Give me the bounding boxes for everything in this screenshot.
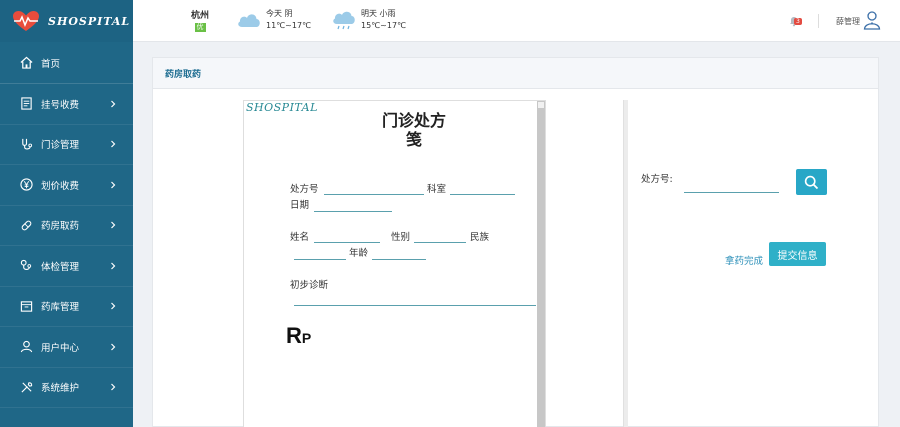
prescription-title-line1: 门诊处方 [381,111,446,130]
panel-header: 药房取药 [153,58,878,89]
sidebar-item-label: 门诊管理 [41,140,80,152]
sidebar-item-label: 挂号收费 [41,99,80,111]
top-header: 杭州 优 今天 阴 11℃~17℃ 明天 小雨 15℃~17℃ 3 薛管理 [133,0,900,42]
weather-tomorrow-temp: 15℃~17℃ [361,21,407,30]
cloud-icon [238,14,260,27]
search-icon [804,175,819,189]
warehouse-icon [20,301,33,312]
rp-r: R [286,323,302,348]
submit-button[interactable]: 提交信息 [769,242,826,266]
prescription-title-line2: 笺 [405,130,422,149]
chevron-right-icon [111,140,116,148]
date-underline [314,211,392,212]
receipt-icon [21,97,32,110]
sidebar-item-label: 体检管理 [41,261,80,273]
sidebar-item-label: 划价收费 [41,180,80,192]
weather-tomorrow: 明天 小雨 15℃~17℃ [331,8,406,32]
prescription-title: 门诊处方 笺 [364,111,464,149]
city-name: 杭州 [190,11,209,21]
heart-pulse-icon [13,11,39,31]
sidebar-item-registration[interactable]: 挂号收费 [0,84,133,125]
gender-underline [414,242,466,243]
weather-today-temp: 11℃~17℃ [266,21,312,30]
done-button[interactable]: 拿药完成 [725,253,763,267]
rp-p: P [301,330,312,346]
sidebar-item-pharmacy[interactable]: 药房取药 [0,206,133,246]
search-button[interactable] [796,169,827,195]
rx-no-input[interactable] [684,179,779,193]
city-weather: 杭州 优 [190,8,210,32]
sidebar-item-label: 系统维护 [41,383,80,395]
sidebar-item-user-center[interactable]: 用户中心 [0,327,133,368]
pharmacy-panel: 药房取药 SHOSPITAL 门诊处方 笺 处方号 科室 日期 姓名 性别 民族… [152,57,879,427]
chevron-right-icon [111,181,116,189]
rx-no-search-label: 处方号: [641,174,673,185]
diagnosis-label: 初步诊断 [290,280,329,291]
name-label: 姓名 [290,232,310,243]
avatar-icon[interactable] [863,10,881,30]
brand[interactable]: SHOSPITAL [0,0,133,42]
header-divider [818,14,819,28]
ethnicity-label: 民族 [470,232,490,243]
home-icon [20,56,33,69]
scrollbar[interactable] [537,101,545,427]
diagnosis-underline [294,305,536,306]
pane-splitter[interactable] [623,100,628,427]
scroll-up-button[interactable] [538,102,544,108]
name-underline [314,242,380,243]
department-underline [450,194,515,195]
rx-no-underline [324,194,424,195]
sidebar-item-label: 药房取药 [41,221,80,233]
sidebar-nav: 首页 挂号收费 门诊管理 划价收费 药房取药 体检管理 药库管理 用户中心 系统… [0,42,133,408]
checkup-icon [20,260,32,271]
sidebar-item-billing[interactable]: 划价收费 [0,165,133,206]
brand-name: SHOSPITAL [48,14,131,28]
prescription-brand: SHOSPITAL [246,101,318,114]
yuan-coin-icon [20,178,33,191]
ethnicity-underline [294,259,346,260]
sidebar-item-label: 首页 [41,58,61,70]
user-name[interactable]: 薛管理 [836,16,860,27]
chevron-right-icon [111,221,116,229]
panel-title: 药房取药 [165,69,202,80]
rain-cloud-icon [333,11,355,30]
user-icon [20,341,33,353]
age-underline [372,259,426,260]
date-label: 日期 [290,200,310,211]
sidebar-item-warehouse[interactable]: 药库管理 [0,287,133,327]
tools-icon [21,381,33,393]
sidebar-item-home[interactable]: 首页 [0,42,133,84]
age-label: 年龄 [349,248,369,259]
pill-icon [21,220,32,231]
sidebar-item-checkup[interactable]: 体检管理 [0,246,133,287]
chevron-right-icon [111,383,116,391]
sidebar-item-label: 用户中心 [41,342,80,354]
prescription-sheet[interactable]: SHOSPITAL 门诊处方 笺 处方号 科室 日期 姓名 性别 民族 年龄 初… [243,100,546,427]
stethoscope-icon [22,138,33,150]
sidebar: SHOSPITAL 首页 挂号收费 门诊管理 划价收费 药房取药 体检管理 药库… [0,0,133,427]
sidebar-item-outpatient[interactable]: 门诊管理 [0,125,133,165]
rp-symbol: RP [286,323,311,349]
chevron-right-icon [111,100,116,108]
rx-no-label: 处方号 [290,184,319,195]
department-label: 科室 [427,184,447,195]
weather-today: 今天 阴 11℃~17℃ [236,8,311,32]
chevron-right-icon [111,343,116,351]
gender-label: 性别 [391,232,411,243]
notification-badge: 3 [794,18,802,25]
chevron-right-icon [111,262,116,270]
chevron-right-icon [111,302,116,310]
weather-today-label: 今天 阴 [266,9,293,18]
sidebar-item-system[interactable]: 系统维护 [0,368,133,408]
weather-tomorrow-label: 明天 小雨 [361,9,396,18]
aqi-badge: 优 [194,23,206,32]
sidebar-item-label: 药库管理 [41,302,80,314]
